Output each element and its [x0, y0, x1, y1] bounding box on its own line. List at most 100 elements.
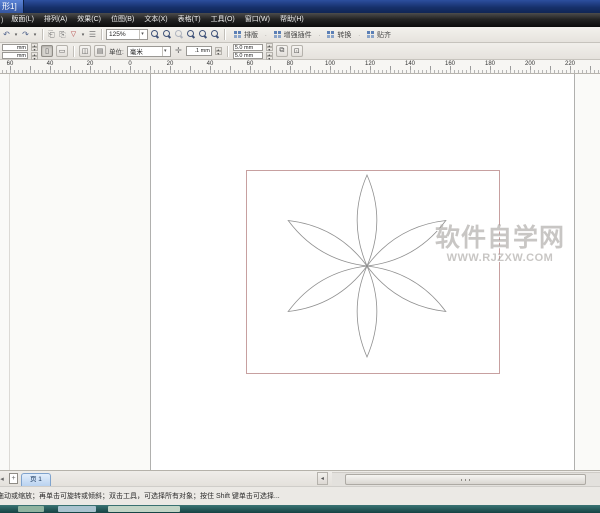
launcher-dropdown-icon[interactable]: ▾ — [80, 32, 86, 38]
ruler-label: 20 — [167, 61, 174, 67]
menu-item[interactable]: 版面(L) — [6, 13, 39, 27]
current-page-icon[interactable]: ▤ — [94, 45, 106, 57]
zoom-level-combo[interactable]: 125% ▾ — [106, 29, 148, 40]
prev-page-arrow-icon[interactable]: ◂ — [0, 475, 6, 483]
nudge-icon: ✛ — [174, 44, 183, 58]
flower-petal[interactable] — [283, 258, 372, 320]
chevron-down-icon: ▾ — [139, 30, 145, 39]
ruler-label: 120 — [365, 61, 375, 67]
window-title: 形1] — [0, 0, 24, 13]
horizontal-scrollbar[interactable] — [332, 472, 600, 486]
portrait-orientation-button[interactable]: ▯ — [41, 45, 53, 57]
undo-icon[interactable]: ↶ — [2, 28, 11, 42]
flower-petal[interactable] — [362, 212, 451, 274]
property-bar: mm mm ▴▾ ▴▾ ▯ ▭ ◫ ▤ 单位: 毫米 ▾ ✛ .1 mm ▴▾ … — [0, 43, 600, 60]
ruler-label: 60 — [7, 61, 14, 67]
zoom-in-icon[interactable] — [150, 30, 160, 40]
nudge-stepper[interactable]: ▴▾ — [215, 47, 222, 55]
menu-item[interactable]: 帮助(H) — [275, 13, 309, 27]
bounding-box-icon[interactable]: ⊡ — [291, 45, 303, 57]
chevron-down-icon: ▾ — [162, 47, 168, 56]
menu-item[interactable]: 窗口(W) — [240, 13, 275, 27]
taskbar-button[interactable] — [18, 506, 44, 512]
zoom-selected-icon[interactable] — [174, 30, 184, 40]
zoom-page-icon[interactable] — [198, 30, 208, 40]
drawing-canvas[interactable]: 软件自学网 WWW.RJZXW.COM — [0, 74, 600, 470]
undo-dropdown-icon[interactable]: ▾ — [13, 32, 19, 38]
paper-height-field[interactable]: mm — [2, 52, 28, 59]
flower-petal[interactable] — [362, 258, 451, 320]
page-tab-bar: ◂ + 页 1 ◂ — [0, 470, 600, 486]
menu-item[interactable]: 效果(C) — [72, 13, 106, 27]
grid-icon — [274, 31, 277, 34]
duplicate-y-stepper[interactable]: ▴▾ — [266, 52, 273, 60]
options-list-icon[interactable]: ☰ — [88, 28, 97, 42]
ruler-label: 20 — [87, 61, 94, 67]
layout-button-label: 排版 — [244, 30, 258, 40]
layout-button[interactable]: 排版 — [229, 28, 263, 41]
redo-dropdown-icon[interactable]: ▾ — [32, 32, 38, 38]
toolbar-separator: . — [358, 32, 360, 38]
convert-button[interactable]: 转换 — [322, 28, 356, 41]
ruler-label: 40 — [207, 61, 214, 67]
ruler-label: 140 — [405, 61, 415, 67]
duplicate-x-field[interactable]: 5.0 mm — [233, 44, 263, 51]
landscape-orientation-button[interactable]: ▭ — [56, 45, 68, 57]
redo-icon[interactable]: ↷ — [21, 28, 30, 42]
app-launcher-icon[interactable]: ▽ — [69, 28, 78, 42]
propbar-separator — [73, 46, 74, 57]
horizontal-scrollbar-thumb[interactable] — [345, 474, 586, 485]
duplicate-y-field[interactable]: 5.0 mm — [233, 52, 263, 59]
duplicate-x-stepper[interactable]: ▴▾ — [266, 43, 273, 51]
paper-width-field[interactable]: mm — [2, 44, 28, 51]
menu-bar: ) 版面(L)排列(A)效果(C)位图(B)文本(X)表格(T)工具(O)窗口(… — [0, 13, 600, 27]
snap-to-button[interactable]: 贴齐 — [362, 28, 396, 41]
export-icon[interactable]: ⎘ — [58, 28, 67, 42]
ruler-label: 180 — [485, 61, 495, 67]
toolbar-separator — [224, 29, 225, 40]
flower-drawing — [0, 74, 600, 470]
menu-item[interactable]: 排列(A) — [39, 13, 72, 27]
taskbar-button[interactable] — [58, 506, 96, 512]
zoom-page-width-icon[interactable] — [210, 30, 220, 40]
grid-icon — [367, 31, 370, 34]
menu-item[interactable]: 工具(O) — [206, 13, 240, 27]
flower-petal[interactable] — [357, 266, 377, 357]
ruler-label: 100 — [325, 61, 335, 67]
import-icon[interactable]: ⎗ — [47, 28, 56, 42]
menu-item[interactable]: 文本(X) — [139, 13, 172, 27]
unit-value: 毫米 — [130, 46, 160, 56]
os-taskbar — [0, 505, 600, 513]
unit-select[interactable]: 毫米 ▾ — [127, 46, 171, 57]
toolbar-separator: . — [319, 32, 321, 38]
status-bar: 拖动或缩放；再单击可旋转或倾斜；双击工具，可选择所有对象；按住 Shift 键单… — [0, 486, 600, 505]
ruler-label: 40 — [47, 61, 54, 67]
paper-width-stepper[interactable]: ▴▾ — [31, 43, 38, 51]
treat-as-filled-icon[interactable]: ⧉ — [276, 45, 288, 57]
horizontal-ruler: 604020020406080100120140160180200220 — [0, 60, 600, 74]
ruler-label: 80 — [287, 61, 294, 67]
enhanced-plugins-button[interactable]: 增强插件 — [269, 28, 317, 41]
status-text: 拖动或缩放；再单击可旋转或倾斜；双击工具，可选择所有对象；按住 Shift 键单… — [0, 487, 280, 505]
nudge-offset-field[interactable]: .1 mm — [186, 46, 212, 56]
flower-petal[interactable] — [283, 212, 372, 274]
scroll-left-arrow-icon[interactable]: ◂ — [317, 472, 328, 485]
unit-label: 单位: — [109, 46, 124, 56]
ruler-label: 0 — [128, 61, 131, 67]
flower-petal[interactable] — [357, 175, 377, 266]
propbar-separator — [227, 46, 228, 57]
add-page-icon[interactable]: + — [9, 473, 18, 484]
menu-item[interactable]: 表格(T) — [173, 13, 206, 27]
zoom-out-icon[interactable] — [162, 30, 172, 40]
paper-height-stepper[interactable]: ▴▾ — [31, 52, 38, 60]
menu-items: 版面(L)排列(A)效果(C)位图(B)文本(X)表格(T)工具(O)窗口(W)… — [6, 13, 308, 27]
grid-icon — [327, 31, 330, 34]
standard-toolbar: ↶ ▾ ↷ ▾ ⎗ ⎘ ▽ ▾ ☰ 125% ▾ 排版 . 增强插件 . — [0, 27, 600, 43]
grid-icon — [234, 31, 237, 34]
menu-item[interactable]: 位图(B) — [106, 13, 139, 27]
page-tab-1[interactable]: 页 1 — [21, 473, 51, 486]
ruler-label: 60 — [247, 61, 254, 67]
zoom-all-objects-icon[interactable] — [186, 30, 196, 40]
taskbar-button[interactable] — [108, 506, 180, 512]
all-pages-icon[interactable]: ◫ — [79, 45, 91, 57]
